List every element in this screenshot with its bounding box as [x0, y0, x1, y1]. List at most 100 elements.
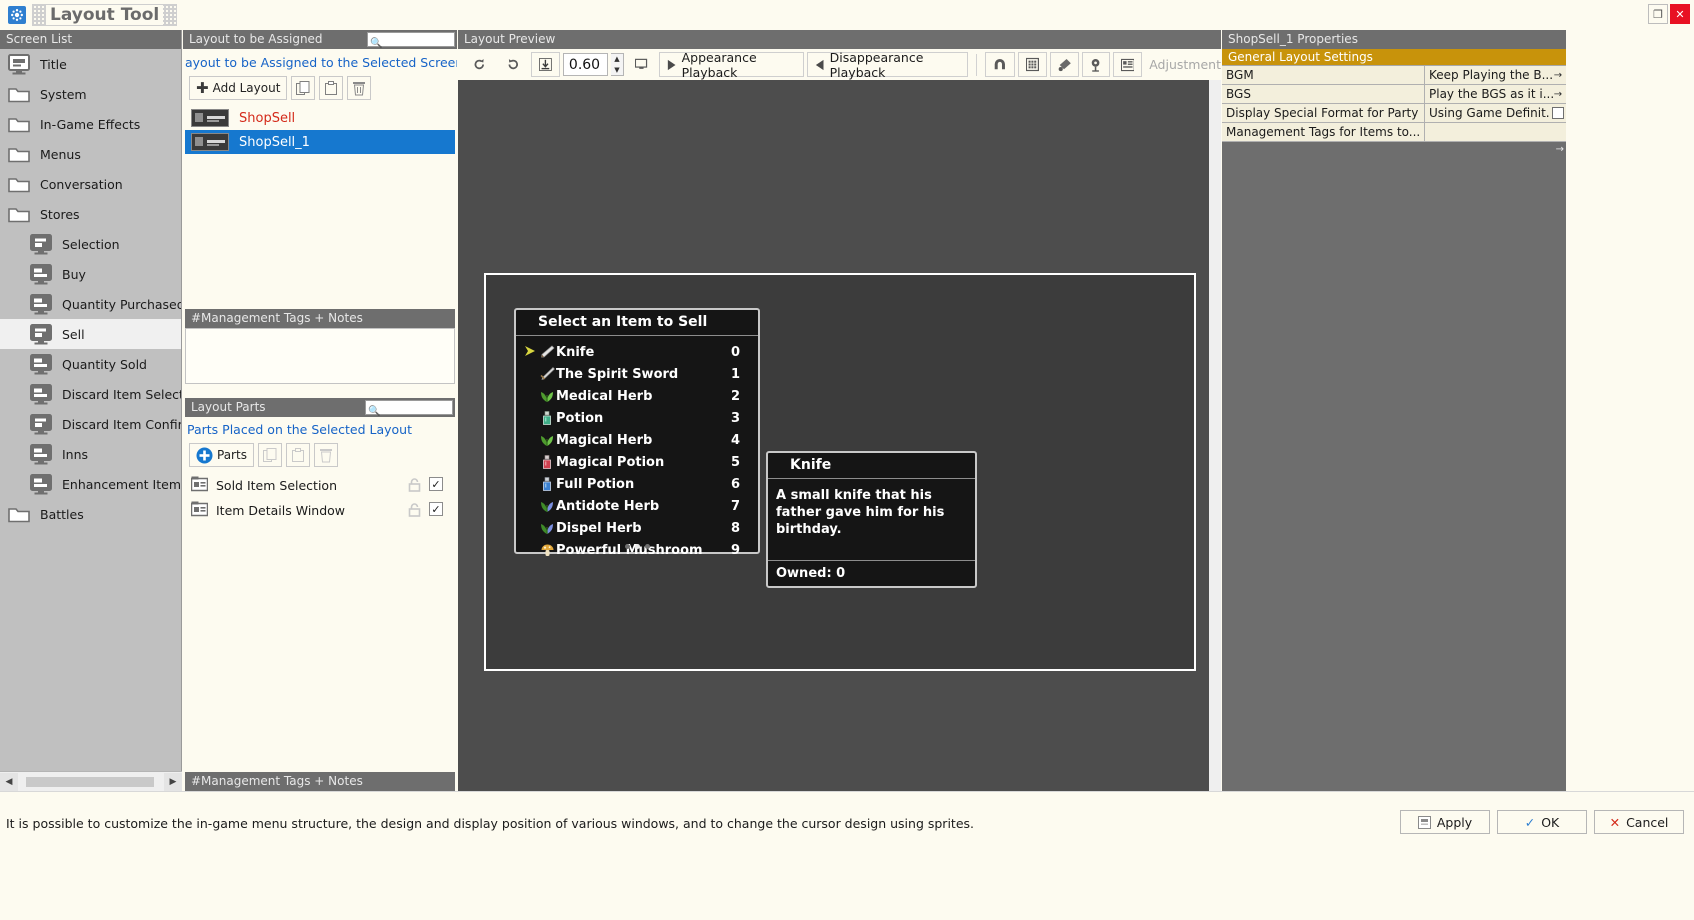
properties-rows[interactable]: BGM Keep Playing the B... → BGS Play the BGS… — [1222, 66, 1566, 142]
scroll-thumb[interactable] — [26, 776, 154, 787]
dropdown-arrow-icon[interactable]: → — [1551, 68, 1565, 82]
sold-item-selection-window[interactable]: Select an Item to Sell Knife 0 The Spirit … — [514, 308, 760, 558]
magnet-snap-button[interactable] — [985, 52, 1015, 77]
zoom-stepper[interactable]: ▲ ▼ — [611, 53, 624, 76]
zoom-down-icon[interactable]: ▼ — [611, 65, 622, 76]
add-parts-button[interactable]: Parts — [189, 443, 254, 467]
item-row[interactable]: The Spirit Sword 1 — [516, 363, 758, 385]
part-list-item[interactable]: Item Details Window ✓ — [183, 498, 457, 523]
property-row[interactable]: BGM Keep Playing the B... → — [1222, 66, 1566, 85]
sidebar-item-inns[interactable]: Inns — [0, 439, 181, 469]
screen-list-tree[interactable]: Title System In-Game Effects Menus Conversat… — [0, 49, 181, 769]
property-value[interactable]: Keep Playing the B... → — [1425, 66, 1566, 84]
dropdown-arrow-icon[interactable]: → — [1551, 87, 1565, 101]
brush-button[interactable] — [1049, 52, 1080, 77]
item-details-window[interactable]: Knife A small knife that his father gave… — [766, 451, 977, 588]
copy-layout-button[interactable] — [291, 76, 316, 100]
parts-search-box[interactable]: 🔍 — [365, 400, 453, 417]
rotate-cw-icon — [474, 59, 484, 70]
property-row[interactable]: BGS Play the BGS as it i... → — [1222, 85, 1566, 104]
item-row[interactable]: Dispel Herb 8 — [516, 517, 758, 539]
item-row[interactable]: Powerful Mushroom 9 — [516, 539, 758, 561]
delete-layout-button[interactable] — [347, 76, 372, 100]
copy-part-button[interactable] — [257, 443, 282, 467]
sidebar-item-enhancement-item-selection[interactable]: Enhancement Item Selection — [0, 469, 181, 499]
property-row[interactable]: Display Special Format for Party Using Ga… — [1222, 104, 1566, 123]
redo-button[interactable] — [464, 52, 495, 77]
undo-button[interactable] — [497, 52, 529, 77]
lock-icon[interactable] — [408, 478, 421, 495]
appearance-playback-button[interactable]: Appearance Playback — [659, 50, 805, 80]
layout-list[interactable]: ShopSell ShopSell_1 — [185, 106, 455, 309]
item-row[interactable]: Medical Herb 2 — [516, 385, 758, 407]
sidebar-item-in-game-effects[interactable]: In-Game Effects — [0, 109, 181, 139]
sidebar-item-system[interactable]: System — [0, 79, 181, 109]
cancel-button[interactable]: ✕ Cancel — [1594, 810, 1684, 834]
game-screen[interactable]: Select an Item to Sell Knife 0 The Spirit … — [484, 273, 1196, 671]
paste-layout-button[interactable] — [319, 76, 344, 100]
apply-button[interactable]: Apply — [1400, 810, 1490, 834]
add-layout-button[interactable]: ✚ Add Layout — [189, 76, 288, 100]
assign-mgmt-notes[interactable] — [185, 328, 455, 384]
page-dot — [624, 544, 630, 549]
property-row[interactable]: Management Tags for Items to... — [1222, 123, 1566, 142]
property-value[interactable] — [1425, 123, 1566, 141]
item-name: Full Potion — [556, 476, 635, 492]
sidebar-item-title[interactable]: Title — [0, 49, 181, 79]
sidebar-item-stores[interactable]: Stores — [0, 199, 181, 229]
sidebar-item-selection[interactable]: Selection — [0, 229, 181, 259]
monitor-button[interactable] — [626, 52, 657, 77]
expand-arrow-icon[interactable]: → — [1556, 144, 1564, 155]
lock-icon[interactable] — [408, 503, 421, 520]
properties-overflow-row[interactable]: → — [1222, 142, 1566, 161]
paste-part-button[interactable] — [285, 443, 310, 467]
layout-panel-button[interactable] — [1112, 52, 1143, 77]
layout-list-item[interactable]: ShopSell_1 — [185, 130, 455, 154]
grid-toggle-button[interactable] — [1017, 52, 1047, 77]
layout-list-item[interactable]: ShopSell — [185, 106, 455, 130]
part-list-item[interactable]: Sold Item Selection ✓ — [183, 473, 457, 498]
sidebar-item-label: Buy — [62, 266, 86, 282]
sidebar-item-menus[interactable]: Menus — [0, 139, 181, 169]
close-button[interactable]: ✕ — [1670, 4, 1690, 24]
paste-icon — [325, 80, 338, 95]
item-row[interactable]: Full Potion 6 — [516, 473, 758, 495]
delete-part-button[interactable] — [313, 443, 338, 467]
sidebar-item-conversation[interactable]: Conversation — [0, 169, 181, 199]
property-value[interactable]: Using Game Definit. — [1425, 104, 1566, 122]
layout-search-box[interactable]: 🔍 — [367, 32, 455, 49]
item-row[interactable]: Potion 3 — [516, 407, 758, 429]
part-visibility-checkbox[interactable]: ✓ — [429, 477, 443, 491]
sidebar-item-battles[interactable]: Battles — [0, 499, 181, 529]
preview-vscrollbar[interactable] — [1209, 80, 1221, 791]
sidebar-item-buy[interactable]: Buy — [0, 259, 181, 289]
item-row[interactable]: Antidote Herb 7 — [516, 495, 758, 517]
scroll-left-icon[interactable]: ◀ — [0, 772, 18, 791]
preview-canvas[interactable]: Select an Item to Sell Knife 0 The Spirit … — [458, 80, 1221, 791]
scroll-track[interactable] — [18, 772, 164, 791]
sidebar-item-discard-item-confirmation[interactable]: Discard Item Confirmation — [0, 409, 181, 439]
parts-list[interactable]: Sold Item Selection ✓ Item Details Window ✓ — [183, 473, 457, 523]
sidebar-item-discard-item-selection[interactable]: Discard Item Selection — [0, 379, 181, 409]
item-list[interactable]: Knife 0 The Spirit Sword 1 Medical Herb 2 Poti… — [516, 336, 758, 561]
screen-list-hscrollbar[interactable]: ◀ ▶ — [0, 771, 182, 791]
fit-to-screen-button[interactable] — [531, 52, 560, 77]
layout-assign-note: ayout to be Assigned to the Selected Scr… — [185, 55, 457, 70]
zoom-value-input[interactable]: 0.60 — [562, 53, 609, 76]
zoom-up-icon[interactable]: ▲ — [611, 54, 622, 65]
trash-icon — [353, 81, 366, 95]
item-row[interactable]: Magical Herb 4 — [516, 429, 758, 451]
property-value[interactable]: Play the BGS as it i... → — [1425, 85, 1566, 103]
scroll-right-icon[interactable]: ▶ — [164, 772, 182, 791]
disappearance-playback-button[interactable]: Disappearance Playback — [807, 50, 969, 80]
sidebar-item-sell[interactable]: Sell — [0, 319, 181, 349]
sidebar-item-quantity-sold[interactable]: Quantity Sold — [0, 349, 181, 379]
part-visibility-checkbox[interactable]: ✓ — [429, 502, 443, 516]
item-row[interactable]: Magical Potion 5 — [516, 451, 758, 473]
restore-button[interactable]: ❐ — [1648, 4, 1668, 24]
property-checkbox[interactable] — [1552, 107, 1564, 119]
pin-button[interactable] — [1082, 52, 1110, 77]
ok-button[interactable]: ✓ OK — [1497, 810, 1587, 834]
sidebar-item-quantity-purchased[interactable]: Quantity Purchased — [0, 289, 181, 319]
item-row[interactable]: Knife 0 — [516, 341, 758, 363]
